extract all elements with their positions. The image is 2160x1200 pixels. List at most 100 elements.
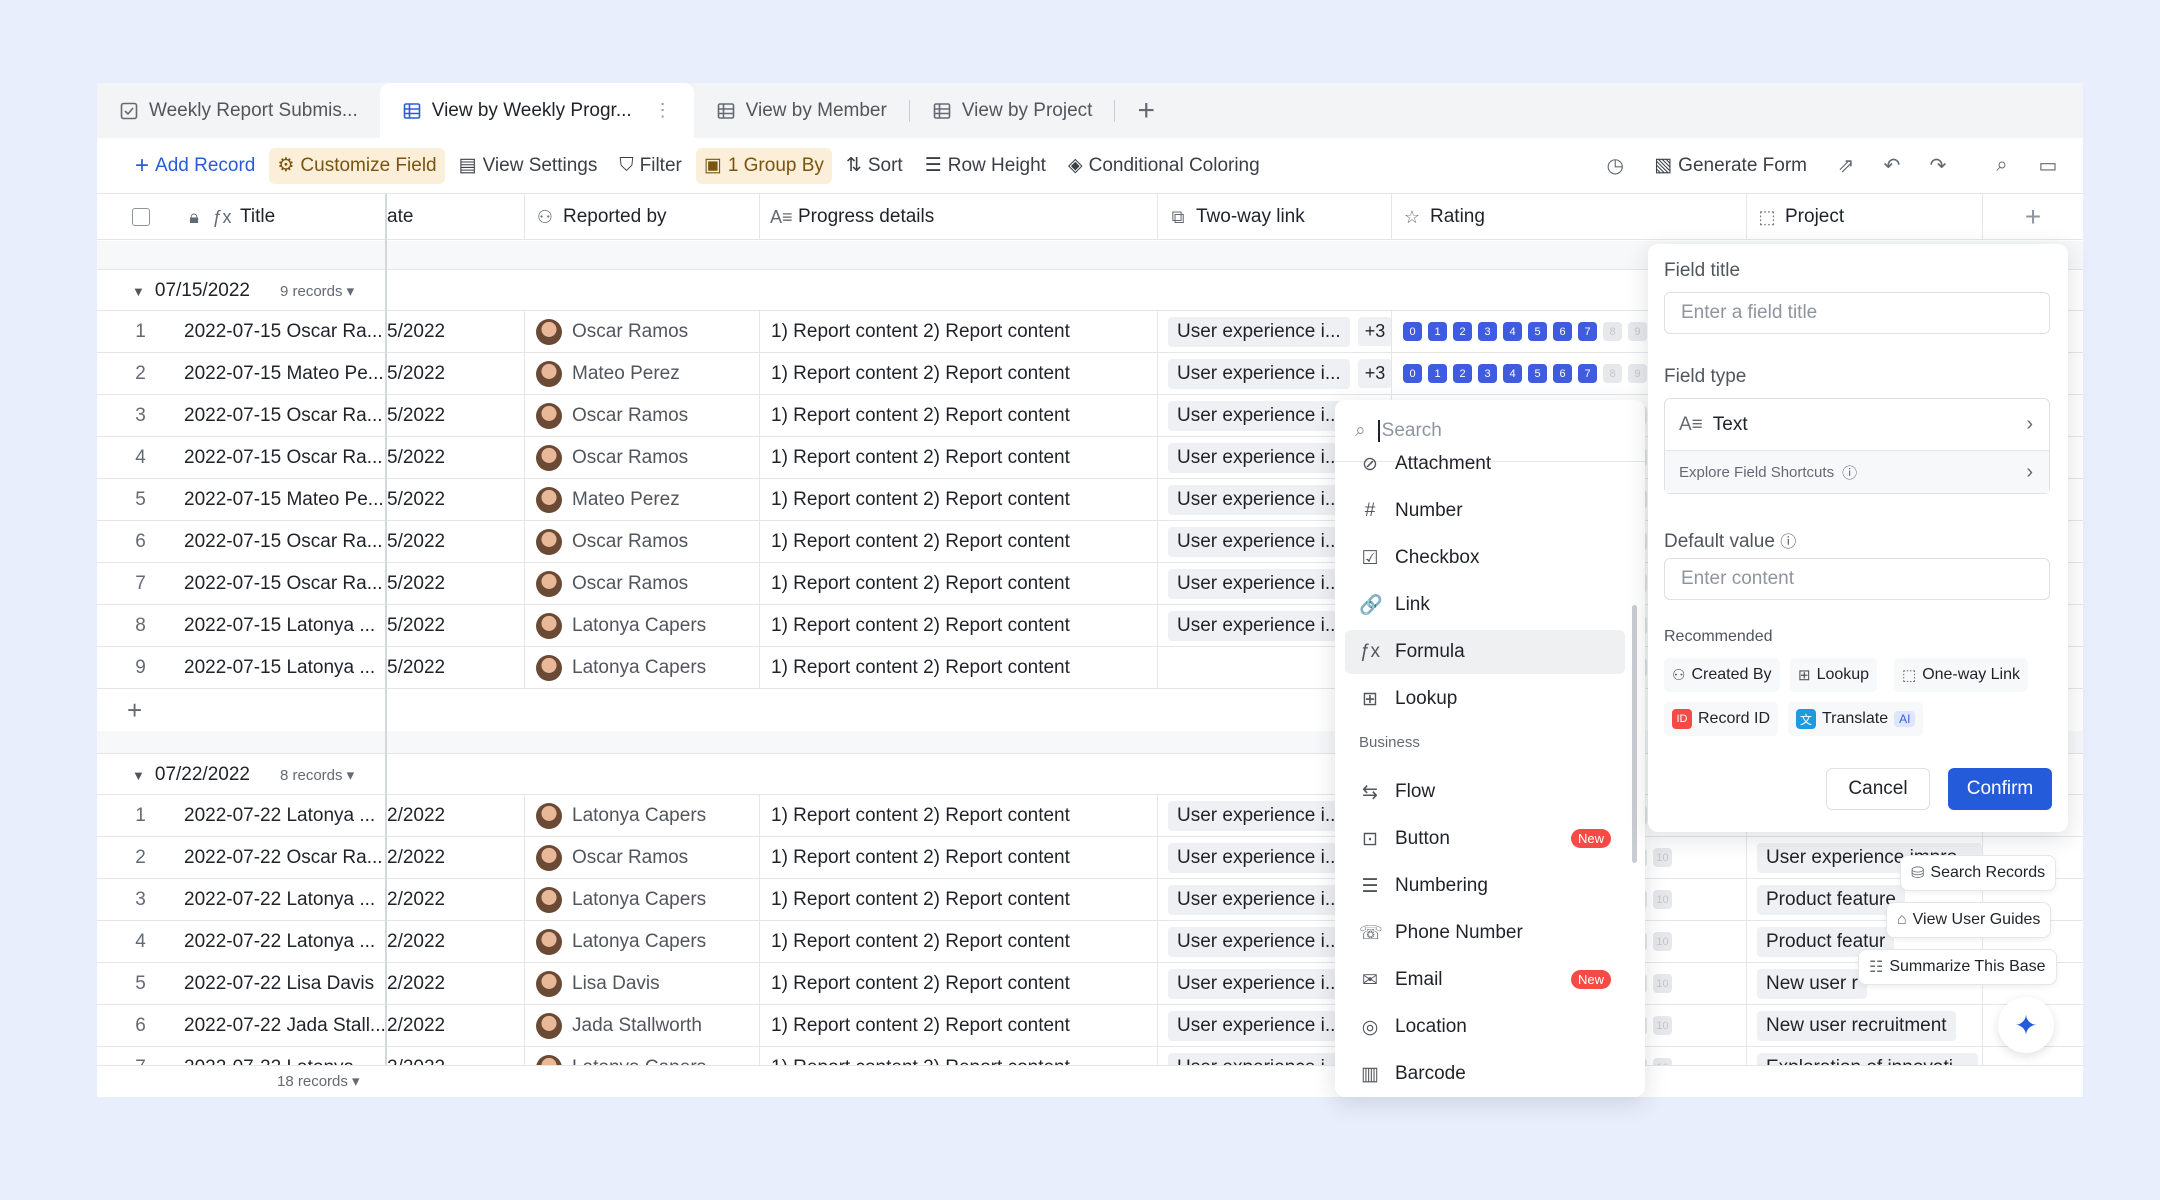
date-cell[interactable]: 2/2022: [387, 921, 525, 962]
field-type-option-flow[interactable]: ⇆ Flow: [1345, 770, 1625, 814]
reported-by-cell[interactable]: Oscar Ramos: [525, 563, 760, 604]
caret-down-icon[interactable]: ▼: [132, 284, 145, 299]
rating-step[interactable]: 6: [1553, 364, 1572, 383]
reported-by-cell[interactable]: Latonya Capers: [525, 647, 760, 688]
link-chip[interactable]: User experience i...: [1168, 926, 1350, 957]
add-column-button[interactable]: +: [1983, 194, 2083, 240]
ai-assistant-sparkle-icon[interactable]: ✦: [1998, 997, 2054, 1053]
rating-step[interactable]: 1: [1428, 364, 1447, 383]
title-cell[interactable]: 2022-07-15 Oscar Ra...: [184, 521, 385, 562]
rating-step[interactable]: 7: [1578, 322, 1597, 341]
reported-by-cell[interactable]: Oscar Ramos: [525, 311, 760, 352]
field-type-option-phone-number[interactable]: ☏ Phone Number: [1345, 911, 1625, 955]
reported-by-cell[interactable]: Latonya Capers: [525, 605, 760, 646]
link-chip[interactable]: User experience i...: [1168, 1010, 1350, 1041]
search-records-button[interactable]: ⛁ Search Records: [1900, 855, 2057, 891]
date-cell[interactable]: 5/2022: [387, 521, 525, 562]
table-row[interactable]: 2 2022-07-22 Oscar Ra... 2/2022 Oscar Ramos…: [97, 837, 2083, 879]
link-chip[interactable]: User experience i...: [1168, 842, 1350, 873]
link-chip[interactable]: User experience i...: [1168, 968, 1350, 999]
reported-by-cell[interactable]: Latonya Capers: [525, 879, 760, 920]
project-chip[interactable]: Product feature: [1757, 884, 1905, 915]
title-cell[interactable]: 2022-07-22 Oscar Ra...: [184, 837, 385, 878]
column-header-title[interactable]: 🔒︎ ƒx Title: [184, 194, 385, 240]
tab-view-by-project[interactable]: View by Project: [910, 83, 1115, 138]
link-chip[interactable]: User experience i...: [1168, 568, 1350, 599]
progress-cell[interactable]: 1) Report content 2) Report content: [760, 1005, 1158, 1046]
add-record-button[interactable]: + Add Record: [127, 148, 263, 184]
reported-by-cell[interactable]: Oscar Ramos: [525, 437, 760, 478]
title-cell[interactable]: 2022-07-22 Latonya ...: [184, 879, 385, 920]
date-cell[interactable]: 2/2022: [387, 963, 525, 1004]
title-cell[interactable]: 2022-07-15 Oscar Ra...: [184, 311, 385, 352]
progress-cell[interactable]: 1) Report content 2) Report content: [760, 521, 1158, 562]
rating-step[interactable]: 10: [1653, 974, 1672, 993]
progress-cell[interactable]: 1) Report content 2) Report content: [760, 963, 1158, 1004]
comment-icon[interactable]: ▭: [2033, 151, 2063, 181]
date-cell[interactable]: 2/2022: [387, 795, 525, 836]
rating-step[interactable]: 5: [1528, 364, 1547, 383]
field-type-option-attachment[interactable]: ⊘ Attachment: [1345, 442, 1625, 486]
field-type-option-barcode[interactable]: ▥ Barcode: [1345, 1052, 1625, 1096]
field-type-option-email[interactable]: ✉ Email New: [1345, 958, 1625, 1002]
date-cell[interactable]: 5/2022: [387, 353, 525, 394]
reported-by-cell[interactable]: Mateo Perez: [525, 353, 760, 394]
history-icon[interactable]: ◷: [1600, 151, 1630, 181]
link-chip[interactable]: User experience i...: [1168, 442, 1350, 473]
sort-button[interactable]: ⇅ Sort: [838, 148, 911, 184]
progress-cell[interactable]: 1) Report content 2) Report content: [760, 837, 1158, 878]
title-cell[interactable]: 2022-07-15 Mateo Pe...: [184, 479, 385, 520]
tab-view-by-weekly-progress[interactable]: View by Weekly Progr... ⋮: [379, 83, 694, 138]
date-cell[interactable]: 2/2022: [387, 879, 525, 920]
reported-by-cell[interactable]: Oscar Ramos: [525, 837, 760, 878]
title-cell[interactable]: 2022-07-22 Latonya ...: [184, 921, 385, 962]
title-cell[interactable]: 2022-07-22 Lisa Davis: [184, 963, 385, 1004]
date-cell[interactable]: 2/2022: [387, 1005, 525, 1046]
field-type-option-link[interactable]: 🔗 Link: [1345, 583, 1625, 627]
field-type-option-lookup[interactable]: ⊞ Lookup: [1345, 677, 1625, 721]
rating-step[interactable]: 7: [1578, 364, 1597, 383]
field-type-option-numbering[interactable]: ☰ Numbering: [1345, 864, 1625, 908]
title-cell[interactable]: 2022-07-15 Oscar Ra...: [184, 563, 385, 604]
filter-button[interactable]: ⛉ Filter: [611, 148, 690, 184]
rating-step[interactable]: 4: [1503, 364, 1522, 383]
link-chip[interactable]: User experience i...: [1168, 884, 1350, 915]
rating-step[interactable]: 8: [1603, 364, 1622, 383]
add-row-button[interactable]: +: [97, 689, 385, 731]
reported-by-cell[interactable]: Mateo Perez: [525, 479, 760, 520]
generate-form-button[interactable]: ▧ Generate Form: [1646, 148, 1815, 184]
field-type-option-location[interactable]: ◎ Location: [1345, 1005, 1625, 1049]
rating-step[interactable]: 2: [1453, 322, 1472, 341]
title-cell[interactable]: 2022-07-15 Latonya ...: [184, 605, 385, 646]
customize-field-button[interactable]: ⚙ Customize Field: [269, 147, 445, 184]
reported-by-cell[interactable]: Lisa Davis: [525, 963, 760, 1004]
select-all-checkbox[interactable]: [97, 194, 184, 240]
rating-step[interactable]: 10: [1653, 848, 1672, 867]
rating-step[interactable]: 9: [1628, 322, 1647, 341]
progress-cell[interactable]: 1) Report content 2) Report content: [760, 879, 1158, 920]
record-count[interactable]: 18 records ▾: [277, 1072, 360, 1090]
progress-cell[interactable]: 1) Report content 2) Report content: [760, 353, 1158, 394]
reported-by-cell[interactable]: Jada Stallworth: [525, 1005, 760, 1046]
date-cell[interactable]: 5/2022: [387, 395, 525, 436]
recommended-lookup[interactable]: ⊞ Lookup: [1790, 658, 1878, 692]
reported-by-cell[interactable]: Latonya Capers: [525, 795, 760, 836]
table-row[interactable]: 6 2022-07-22 Jada Stall... 2/2022 Jada Stal…: [97, 1005, 2083, 1047]
caret-down-icon[interactable]: ▼: [132, 768, 145, 783]
title-cell[interactable]: 2022-07-15 Mateo Pe...: [184, 353, 385, 394]
rating-step[interactable]: 4: [1503, 322, 1522, 341]
field-type-option-checkbox[interactable]: ☑ Checkbox: [1345, 536, 1625, 580]
more-links-badge[interactable]: +3: [1357, 359, 1391, 388]
progress-cell[interactable]: 1) Report content 2) Report content: [760, 921, 1158, 962]
field-type-select[interactable]: A≡ Text ›: [1665, 399, 2049, 451]
conditional-coloring-button[interactable]: ◈ Conditional Coloring: [1060, 148, 1268, 184]
date-cell[interactable]: 5/2022: [387, 311, 525, 352]
undo-icon[interactable]: ↶: [1877, 151, 1907, 181]
summarize-base-button[interactable]: ☷ Summarize This Base: [1858, 949, 2057, 985]
field-type-option-button[interactable]: ⊡ Button New: [1345, 817, 1625, 861]
link-chip[interactable]: User experience i...: [1168, 358, 1350, 389]
link-chip[interactable]: User experience i...: [1168, 800, 1350, 831]
link-chip[interactable]: User experience i...: [1168, 526, 1350, 557]
project-chip[interactable]: New user r: [1757, 968, 1867, 999]
date-cell[interactable]: 5/2022: [387, 479, 525, 520]
